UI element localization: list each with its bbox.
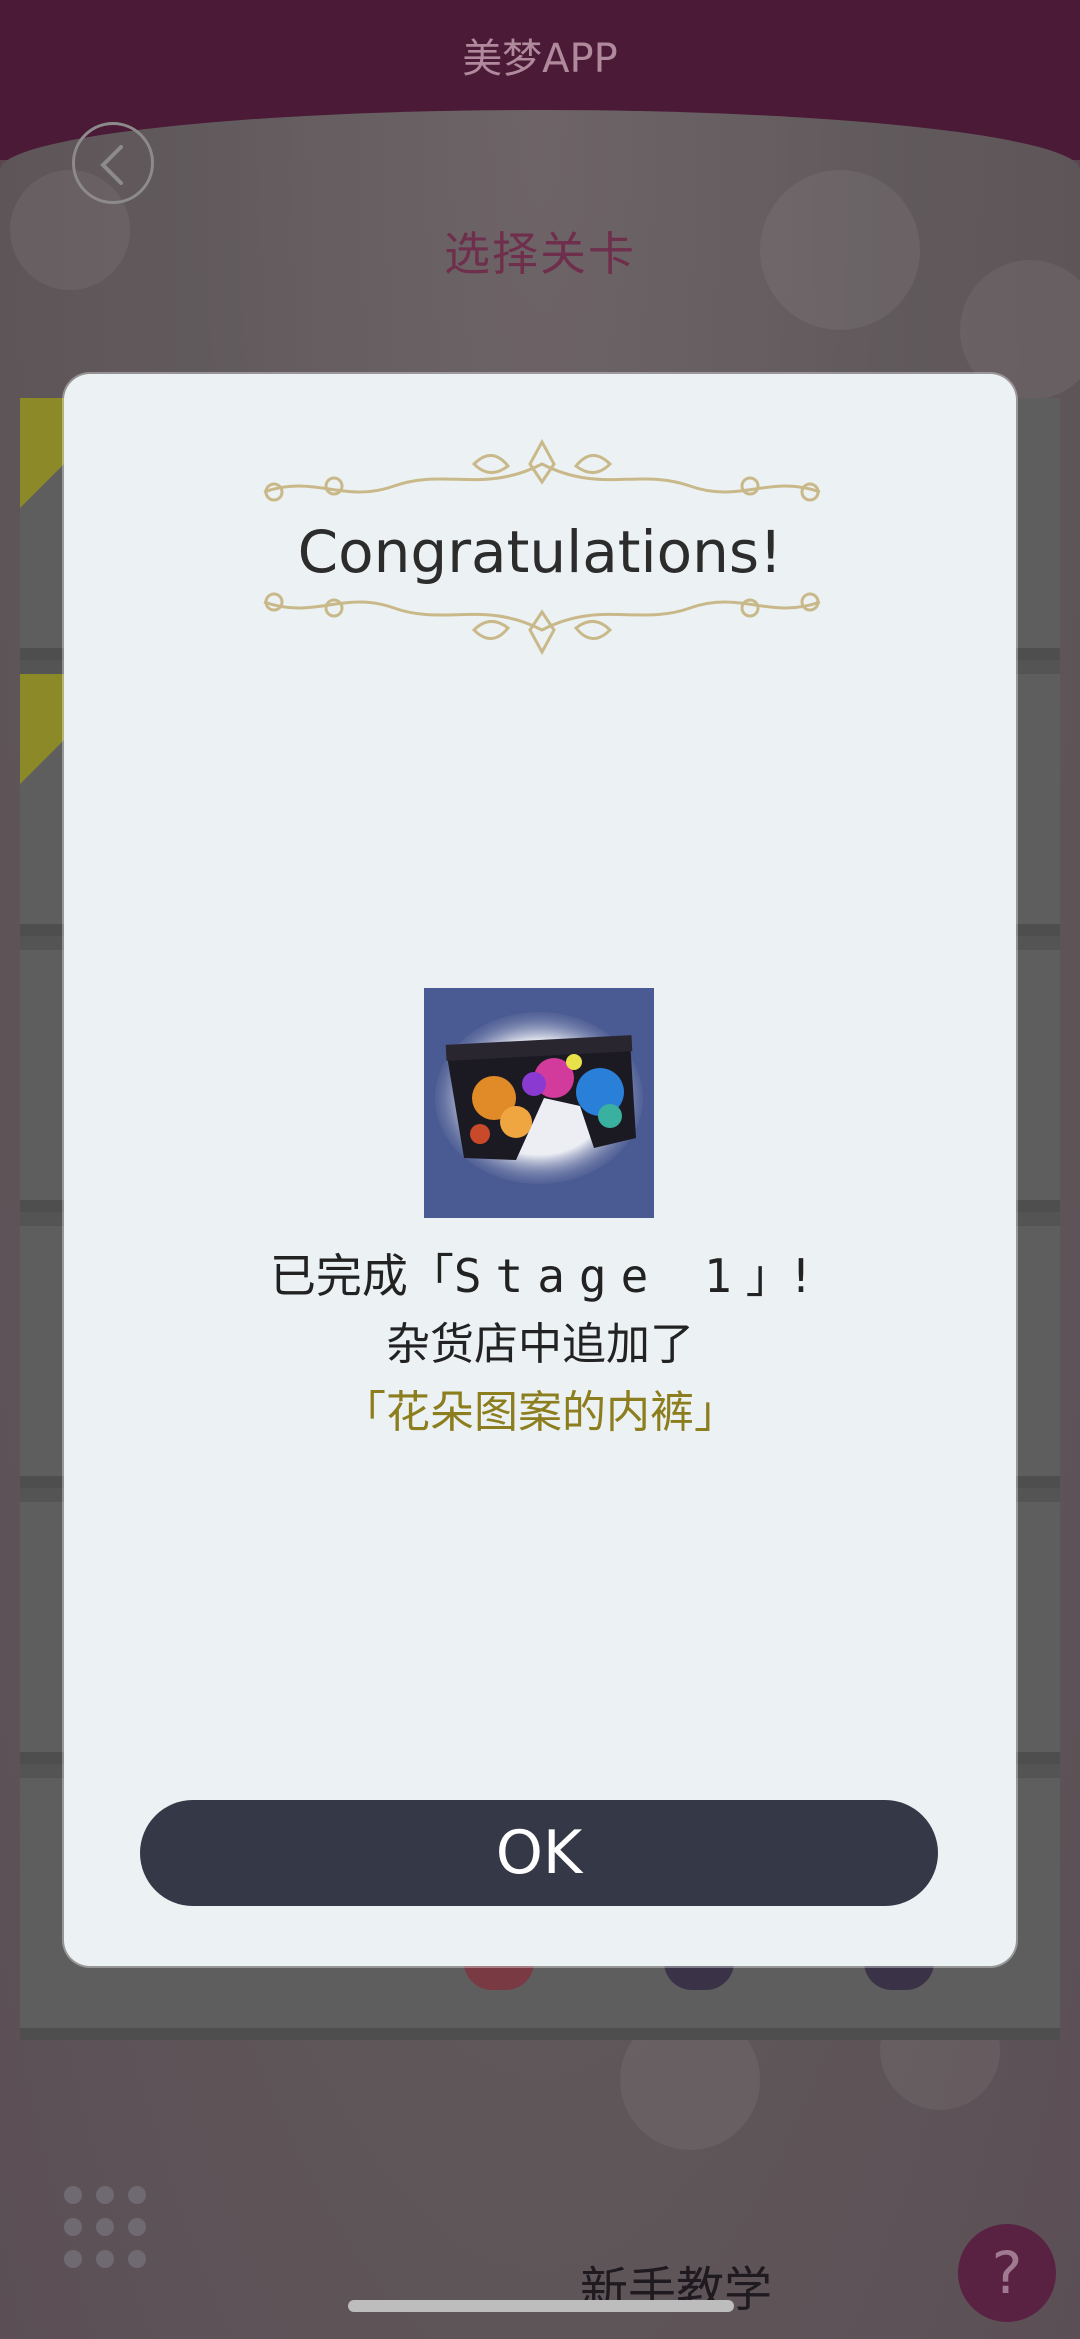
chevron-left-icon xyxy=(100,145,123,185)
stage-complete-message: 已完成「Stage 1」! xyxy=(269,1249,811,1303)
home-indicator[interactable] xyxy=(348,2300,734,2312)
underwear-floral-icon xyxy=(435,1012,643,1184)
help-button[interactable]: ? xyxy=(958,2224,1056,2322)
grid-menu-icon[interactable] xyxy=(64,2186,146,2268)
reward-item-name: 「花朵图案的内裤」 xyxy=(342,1387,738,1438)
ok-button[interactable]: OK xyxy=(140,1800,938,1906)
vine-ornament-top-icon xyxy=(263,438,821,502)
congratulations-dialog: Congratulations! 已完成「Stage 1」! 杂货店中追加了 「… xyxy=(64,374,1016,1966)
reward-item-image xyxy=(424,988,654,1218)
vine-ornament-bottom-icon xyxy=(263,592,821,656)
back-button[interactable] xyxy=(72,122,154,204)
congratulations-heading: Congratulations! xyxy=(297,518,783,586)
page-title: 选择关卡 xyxy=(444,227,636,281)
shop-added-message: 杂货店中追加了 xyxy=(386,1319,694,1370)
app-title: 美梦APP xyxy=(462,36,618,82)
stage-name: Stage 1 xyxy=(453,1249,746,1303)
